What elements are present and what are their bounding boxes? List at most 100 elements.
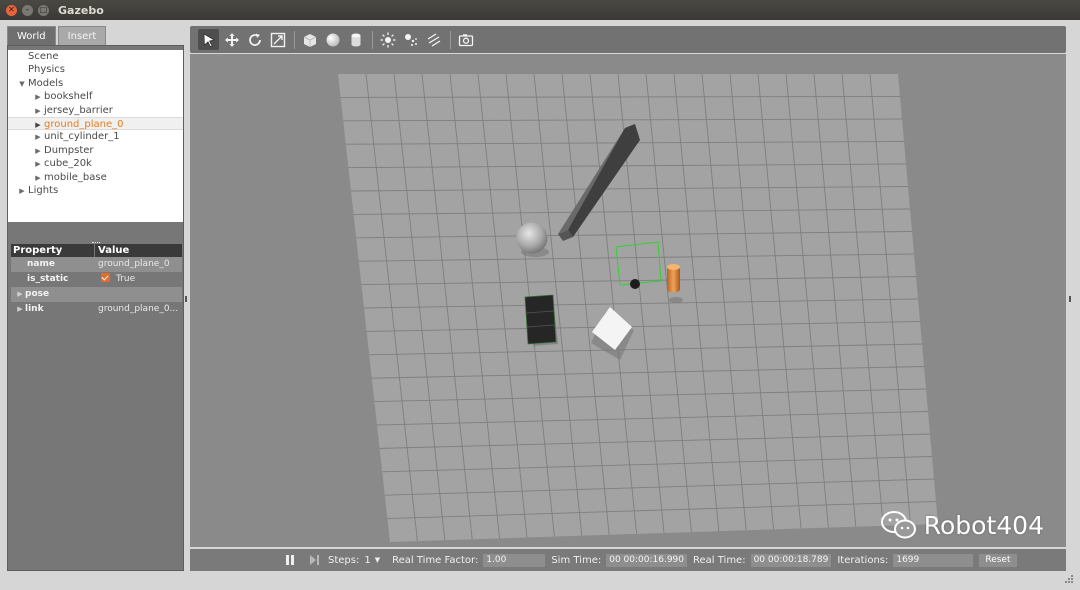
value-column-header: Value xyxy=(98,245,130,256)
select-mode-button[interactable] xyxy=(198,29,219,50)
property-value: ground_plane_0 xyxy=(98,259,170,269)
property-value-cell: True xyxy=(95,272,182,287)
expand-right-icon[interactable]: ▶ xyxy=(32,91,44,104)
steps-spinbox[interactable]: 1 ▼ xyxy=(364,555,380,566)
real-time-factor-label: Real Time Factor: xyxy=(392,554,479,566)
expand-right-icon[interactable]: ▶ xyxy=(16,185,28,198)
tree-item-label: bookshelf xyxy=(44,91,93,103)
right-splitter-handle[interactable] xyxy=(1069,296,1071,302)
scale-mode-button[interactable] xyxy=(267,29,288,50)
property-value: True xyxy=(116,274,136,284)
expand-right-icon[interactable]: ▶ xyxy=(32,145,44,158)
resize-grip-icon[interactable] xyxy=(1064,574,1074,584)
insert-point-light-button[interactable] xyxy=(377,29,398,50)
expand-right-icon[interactable]: ▶ xyxy=(15,287,25,302)
gazebo-window: World Insert Scene Physics ▼ Models ▶ book… xyxy=(0,20,1080,590)
property-key-cell: ▶ link xyxy=(11,302,95,317)
sim-time-label: Sim Time: xyxy=(551,554,602,566)
toolbar-separator xyxy=(450,30,451,49)
screenshot-icon xyxy=(458,33,473,46)
minimize-window-button[interactable]: – xyxy=(22,4,33,16)
toolbar-separator xyxy=(294,30,295,49)
scene-viewport[interactable] xyxy=(190,54,1066,547)
translate-mode-button[interactable] xyxy=(221,29,242,50)
window-title: Gazebo xyxy=(58,3,104,17)
watermark: Robot404 xyxy=(880,510,1044,540)
translate-icon xyxy=(224,32,239,47)
tree-item-model[interactable]: ▶ jersey_barrier xyxy=(8,104,183,117)
property-row-is-static[interactable]: is_static True xyxy=(11,272,182,287)
bookshelf-model[interactable] xyxy=(524,294,558,346)
reset-button[interactable]: Reset xyxy=(979,553,1017,567)
insert-box-button[interactable] xyxy=(299,29,320,50)
tree-item-model[interactable]: ▶ Dumpster xyxy=(8,144,183,157)
insert-sphere-button[interactable] xyxy=(322,29,343,50)
tree-item-physics[interactable]: Physics xyxy=(8,63,183,76)
real-time-factor-field: 1.00 xyxy=(483,553,546,567)
pause-icon[interactable] xyxy=(284,554,296,566)
minimize-icon: – xyxy=(25,5,30,14)
tree-item-label: ground_plane_0 xyxy=(44,118,124,130)
tree-item-label: unit_cylinder_1 xyxy=(44,131,120,143)
property-column-header: Property xyxy=(11,244,95,257)
tree-item-label: cube_20k xyxy=(44,158,92,170)
scale-icon xyxy=(270,32,285,47)
left-panel: World Insert Scene Physics ▼ Models ▶ book… xyxy=(7,26,184,571)
property-value: ground_plane_0... xyxy=(98,304,179,314)
tree-item-model[interactable]: ▶ mobile_base xyxy=(8,171,183,184)
tree-item-model[interactable]: ▶ unit_cylinder_1 xyxy=(8,130,183,143)
sim-time-field: 00 00:00:16.990 xyxy=(606,553,687,567)
rotate-mode-button[interactable] xyxy=(244,29,265,50)
maximize-icon: □ xyxy=(39,5,48,14)
tree-item-models[interactable]: ▼ Models xyxy=(8,77,183,90)
tree-item-label: Models xyxy=(28,77,64,89)
scene-render xyxy=(338,73,938,542)
expand-right-icon[interactable]: ▶ xyxy=(32,158,44,171)
property-row-pose[interactable]: ▶ pose xyxy=(11,287,182,302)
world-tree: Scene Physics ▼ Models ▶ bookshelf ▶ jersey… xyxy=(8,50,183,222)
steps-value: 1 xyxy=(364,554,371,566)
spot-light-icon xyxy=(404,33,417,46)
tree-item-model[interactable]: ▶ cube_20k xyxy=(8,157,183,170)
property-key: link xyxy=(25,304,44,314)
property-value xyxy=(95,287,182,302)
close-icon: ✕ xyxy=(8,5,15,14)
expand-right-icon[interactable]: ▶ xyxy=(32,172,44,185)
expand-right-icon[interactable]: ▶ xyxy=(32,105,44,118)
screenshot-button[interactable] xyxy=(455,29,476,50)
simulation-control-bar: Steps: 1 ▼ Real Time Factor: 1.00 Sim Ti… xyxy=(190,549,1066,571)
insert-directional-light-button[interactable] xyxy=(423,29,444,50)
expand-down-icon[interactable]: ▼ xyxy=(16,78,28,91)
world-panel: Scene Physics ▼ Models ▶ bookshelf ▶ jersey… xyxy=(7,45,184,571)
is-static-checkbox[interactable] xyxy=(101,273,110,282)
tree-item-model[interactable]: ▶ bookshelf xyxy=(8,90,183,103)
property-row-name[interactable]: name ground_plane_0 xyxy=(11,257,182,272)
tree-item-lights[interactable]: ▶ Lights xyxy=(8,184,183,197)
maximize-window-button[interactable]: □ xyxy=(38,4,49,16)
insert-spot-light-button[interactable] xyxy=(400,29,421,50)
step-forward-icon[interactable] xyxy=(308,554,322,566)
property-row-link[interactable]: ▶ link ground_plane_0... xyxy=(11,302,182,317)
expand-right-icon[interactable]: ▶ xyxy=(32,131,44,144)
box-icon xyxy=(303,33,316,47)
toolbar-separator xyxy=(372,30,373,49)
iterations-label: Iterations: xyxy=(837,554,889,566)
tab-world[interactable]: World xyxy=(7,26,56,45)
property-key: pose xyxy=(25,289,50,299)
select-arrow-icon xyxy=(203,32,215,47)
insert-cylinder-button[interactable] xyxy=(345,29,366,50)
chevron-down-icon: ▼ xyxy=(374,556,381,564)
property-key: name xyxy=(27,259,55,269)
tree-item-scene[interactable]: Scene xyxy=(8,50,183,63)
close-window-button[interactable]: ✕ xyxy=(6,4,17,16)
rotate-icon xyxy=(248,33,261,46)
playback-controls xyxy=(284,554,322,566)
tree-item-label: Lights xyxy=(28,184,59,196)
tree-item-model-selected[interactable]: ▶ ground_plane_0 xyxy=(8,116,183,131)
left-splitter-handle[interactable] xyxy=(185,296,187,302)
expand-right-icon[interactable]: ▶ xyxy=(15,302,25,317)
tab-insert[interactable]: Insert xyxy=(57,26,107,45)
tree-item-label: mobile_base xyxy=(44,171,107,183)
cylinder-icon xyxy=(351,33,360,46)
mobile-base-model[interactable] xyxy=(630,279,640,289)
